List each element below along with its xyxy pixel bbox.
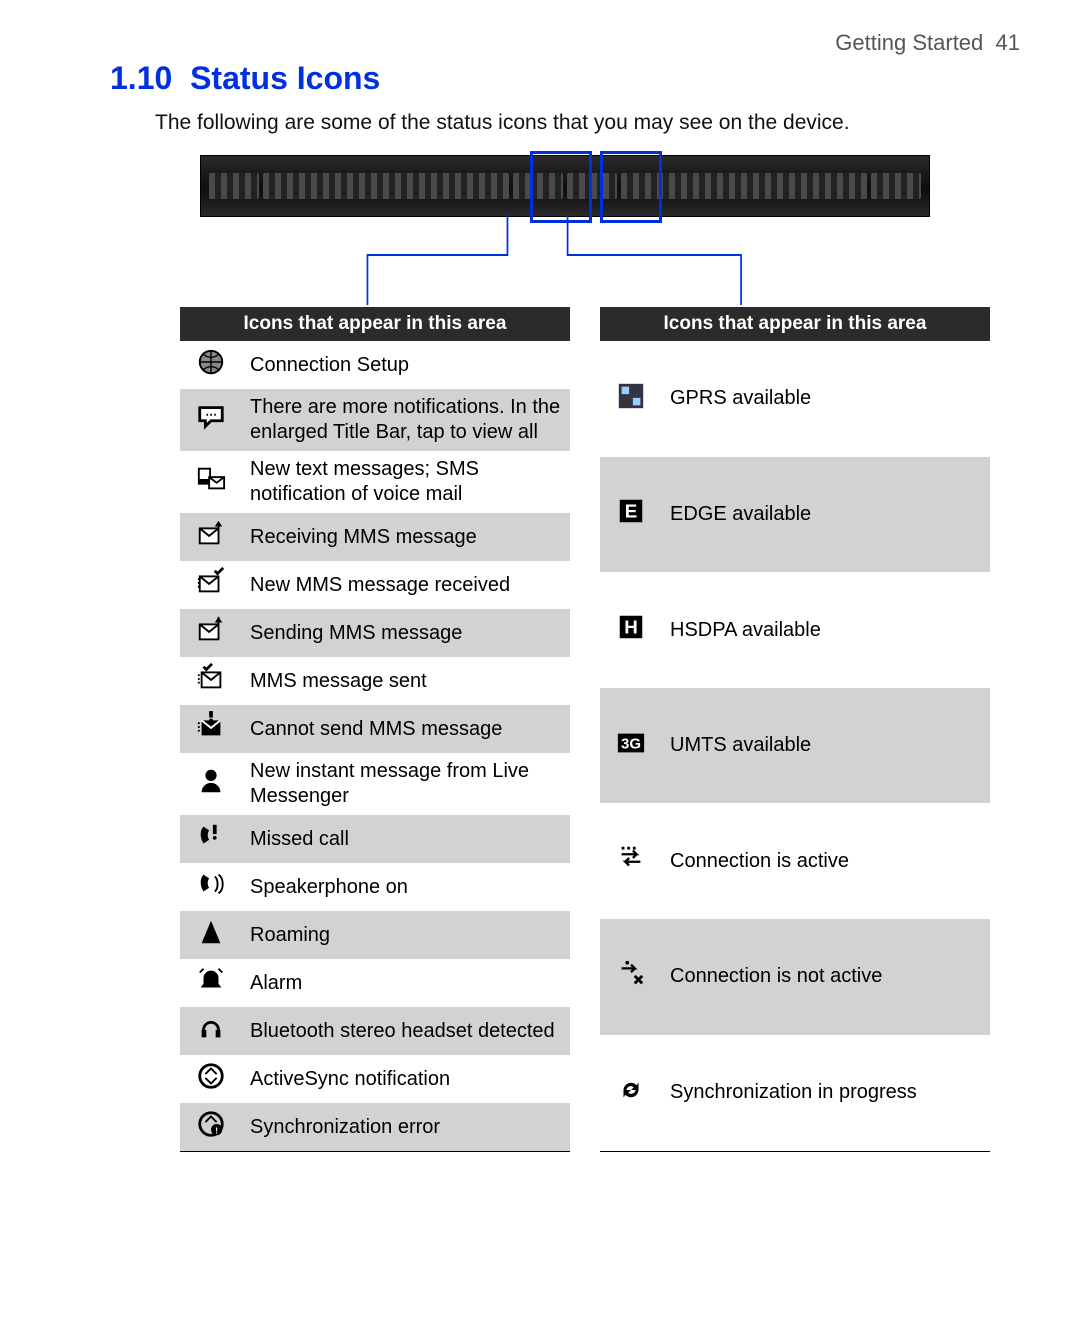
speech-bubble-icon: ⋯ <box>180 389 242 451</box>
icon-table-left-header: Icons that appear in this area <box>180 307 570 341</box>
icon-label: HSDPA available <box>662 572 990 688</box>
icon-label: Alarm <box>242 959 570 1007</box>
icon-label: EDGE available <box>662 457 990 573</box>
speakerphone-icon <box>180 863 242 911</box>
mms-send-icon <box>180 609 242 657</box>
missed-call-icon <box>180 815 242 863</box>
icon-label: Connection is not active <box>662 919 990 1035</box>
hsdpa-icon: H <box>600 572 662 688</box>
sync-progress-icon <box>600 1035 662 1152</box>
icon-label: Receiving MMS message <box>242 513 570 561</box>
activesync-icon <box>180 1055 242 1103</box>
icon-row: Bluetooth stereo headset detected <box>180 1007 570 1055</box>
icon-label: UMTS available <box>662 688 990 804</box>
status-bar-screenshot <box>200 155 930 217</box>
icon-row: MMS message sent <box>180 657 570 705</box>
section-number: 1.10 <box>110 60 172 96</box>
icon-label: There are more notifications. In the enl… <box>242 389 570 451</box>
icon-row: Connection is not active <box>600 919 990 1035</box>
icon-row: New instant message from Live Messenger <box>180 753 570 815</box>
icon-label: New instant message from Live Messenger <box>242 753 570 815</box>
section-name: Getting Started <box>835 30 983 55</box>
icon-row: Cannot send MMS message <box>180 705 570 753</box>
umts-3g-icon: 3G <box>600 688 662 804</box>
callout-connectors <box>200 217 930 307</box>
mms-new-icon <box>180 561 242 609</box>
icon-row: New MMS message received <box>180 561 570 609</box>
alarm-icon <box>180 959 242 1007</box>
icon-row: New text messages; SMS notification of v… <box>180 451 570 513</box>
icon-label: Cannot send MMS message <box>242 705 570 753</box>
globe-icon <box>180 341 242 389</box>
icon-row: Receiving MMS message <box>180 513 570 561</box>
icon-label: Connection Setup <box>242 341 570 389</box>
icon-label: Speakerphone on <box>242 863 570 911</box>
icon-row: Alarm <box>180 959 570 1007</box>
gprs-icon <box>600 341 662 457</box>
svg-text:E: E <box>625 501 638 522</box>
icon-label: Roaming <box>242 911 570 959</box>
icon-label: MMS message sent <box>242 657 570 705</box>
icon-label: Synchronization in progress <box>662 1035 990 1152</box>
mms-sent-icon <box>180 657 242 705</box>
svg-text:H: H <box>624 617 638 638</box>
icon-label: New text messages; SMS notification of v… <box>242 451 570 513</box>
icon-table-left: Icons that appear in this area Connectio… <box>180 307 570 1152</box>
icon-row: Synchronization in progress <box>600 1035 990 1152</box>
bluetooth-headset-icon <box>180 1007 242 1055</box>
icon-label: Connection is active <box>662 803 990 919</box>
icon-row: Missed call <box>180 815 570 863</box>
page-number: 41 <box>996 30 1020 55</box>
icon-row: Speakerphone on <box>180 863 570 911</box>
icon-label: Synchronization error <box>242 1103 570 1152</box>
icon-label: Sending MMS message <box>242 609 570 657</box>
icon-row: ActiveSync notification <box>180 1055 570 1103</box>
im-person-icon <box>180 753 242 815</box>
icon-label: ActiveSync notification <box>242 1055 570 1103</box>
edge-icon: E <box>600 457 662 573</box>
connection-inactive-icon <box>600 919 662 1035</box>
callout-box-left <box>530 151 592 223</box>
icon-row: Sending MMS message <box>180 609 570 657</box>
mms-fail-icon <box>180 705 242 753</box>
icon-row: Connection is active <box>600 803 990 919</box>
svg-text:3G: 3G <box>621 735 641 752</box>
intro-paragraph: The following are some of the status ico… <box>155 111 1020 135</box>
icon-label: New MMS message received <box>242 561 570 609</box>
callout-box-right <box>600 151 662 223</box>
icon-label: Bluetooth stereo headset detected <box>242 1007 570 1055</box>
icon-table-right-header: Icons that appear in this area <box>600 307 990 341</box>
icon-label: GPRS available <box>662 341 990 457</box>
icon-row: H HSDPA available <box>600 572 990 688</box>
page-header: Getting Started 41 <box>60 30 1020 56</box>
icon-row: Roaming <box>180 911 570 959</box>
icon-table-right: Icons that appear in this area GPRS avai… <box>600 307 990 1152</box>
sms-envelope-icon <box>180 451 242 513</box>
mms-receive-icon <box>180 513 242 561</box>
icon-row: 3G UMTS available <box>600 688 990 804</box>
section-text: Status Icons <box>190 60 380 96</box>
roaming-icon <box>180 911 242 959</box>
svg-text:⋯: ⋯ <box>205 409 216 421</box>
icon-row: E EDGE available <box>600 457 990 573</box>
icon-row: ! Synchronization error <box>180 1103 570 1152</box>
section-title: 1.10 Status Icons <box>110 60 1020 97</box>
connection-active-icon <box>600 803 662 919</box>
icon-row: ⋯ There are more notifications. In the en… <box>180 389 570 451</box>
svg-text:!: ! <box>215 1125 218 1135</box>
icon-row: Connection Setup <box>180 341 570 389</box>
sync-error-icon: ! <box>180 1103 242 1152</box>
icon-label: Missed call <box>242 815 570 863</box>
icon-row: GPRS available <box>600 341 990 457</box>
